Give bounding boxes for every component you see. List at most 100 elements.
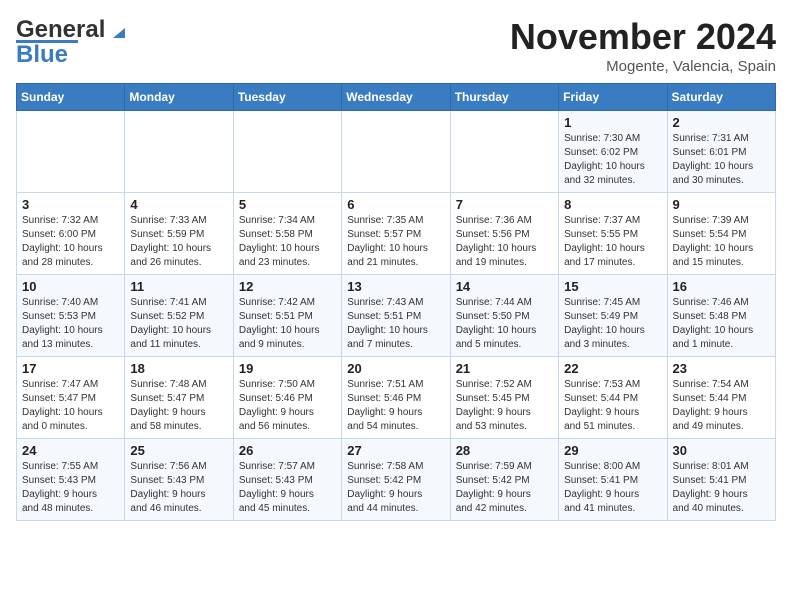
calendar-cell: 3 Sunrise: 7:32 AM Sunset: 6:00 PM Daylig… xyxy=(17,193,125,275)
calendar-cell: 12Sunrise: 7:42 AM Sunset: 5:51 PM Dayli… xyxy=(233,275,341,357)
title-block: November 2024 Mogente, Valencia, Spain xyxy=(510,16,776,75)
calendar-cell: 7Sunrise: 7:36 AM Sunset: 5:56 PM Daylig… xyxy=(450,193,558,275)
header-sunday: Sunday xyxy=(17,84,125,111)
day-info: Sunrise: 7:32 AM Sunset: 6:00 PM Dayligh… xyxy=(22,214,119,270)
day-number: 24 xyxy=(22,443,119,458)
day-info: Sunrise: 7:37 AM Sunset: 5:55 PM Dayligh… xyxy=(564,214,661,270)
header-monday: Monday xyxy=(125,84,233,111)
day-info: Sunrise: 7:46 AM Sunset: 5:48 PM Dayligh… xyxy=(673,296,770,352)
day-info: Sunrise: 7:58 AM Sunset: 5:42 PM Dayligh… xyxy=(347,460,444,516)
day-info: Sunrise: 7:43 AM Sunset: 5:51 PM Dayligh… xyxy=(347,296,444,352)
day-info: Sunrise: 7:57 AM Sunset: 5:43 PM Dayligh… xyxy=(239,460,336,516)
page-header: General Blue November 2024 Mogente, Vale… xyxy=(16,16,776,75)
calendar-cell: 4Sunrise: 7:33 AM Sunset: 5:59 PM Daylig… xyxy=(125,193,233,275)
calendar-cell: 1 Sunrise: 7:30 AM Sunset: 6:02 PM Daylig… xyxy=(559,111,667,193)
header-wednesday: Wednesday xyxy=(342,84,450,111)
day-info: Sunrise: 7:31 AM Sunset: 6:01 PM Dayligh… xyxy=(673,132,770,188)
calendar-cell: 9 Sunrise: 7:39 AM Sunset: 5:54 PM Daylig… xyxy=(667,193,775,275)
day-info: Sunrise: 7:35 AM Sunset: 5:57 PM Dayligh… xyxy=(347,214,444,270)
day-info: Sunrise: 7:59 AM Sunset: 5:42 PM Dayligh… xyxy=(456,460,553,516)
calendar-cell: 27 Sunrise: 7:58 AM Sunset: 5:42 PM Dayli… xyxy=(342,439,450,521)
day-info: Sunrise: 7:51 AM Sunset: 5:46 PM Dayligh… xyxy=(347,378,444,434)
week-row-3: 10Sunrise: 7:40 AM Sunset: 5:53 PM Dayli… xyxy=(17,275,776,357)
day-number: 17 xyxy=(22,361,119,376)
day-info: Sunrise: 7:39 AM Sunset: 5:54 PM Dayligh… xyxy=(673,214,770,270)
calendar-cell: 29Sunrise: 8:00 AM Sunset: 5:41 PM Dayli… xyxy=(559,439,667,521)
calendar-cell: 28 Sunrise: 7:59 AM Sunset: 5:42 PM Dayli… xyxy=(450,439,558,521)
day-number: 14 xyxy=(456,279,553,294)
day-info: Sunrise: 7:56 AM Sunset: 5:43 PM Dayligh… xyxy=(130,460,227,516)
day-number: 4 xyxy=(130,197,227,212)
calendar-header-row: SundayMondayTuesdayWednesdayThursdayFrid… xyxy=(17,84,776,111)
day-number: 28 xyxy=(456,443,553,458)
calendar-cell xyxy=(125,111,233,193)
week-row-1: 1 Sunrise: 7:30 AM Sunset: 6:02 PM Daylig… xyxy=(17,111,776,193)
day-number: 27 xyxy=(347,443,444,458)
page-title: November 2024 xyxy=(510,16,776,58)
day-info: Sunrise: 7:44 AM Sunset: 5:50 PM Dayligh… xyxy=(456,296,553,352)
calendar-cell: 15 Sunrise: 7:45 AM Sunset: 5:49 PM Dayli… xyxy=(559,275,667,357)
calendar-cell: 11 Sunrise: 7:41 AM Sunset: 5:52 PM Dayli… xyxy=(125,275,233,357)
day-info: Sunrise: 7:30 AM Sunset: 6:02 PM Dayligh… xyxy=(564,132,661,188)
week-row-2: 3 Sunrise: 7:32 AM Sunset: 6:00 PM Daylig… xyxy=(17,193,776,275)
header-friday: Friday xyxy=(559,84,667,111)
day-number: 16 xyxy=(673,279,770,294)
calendar-table: SundayMondayTuesdayWednesdayThursdayFrid… xyxy=(16,83,776,521)
day-number: 13 xyxy=(347,279,444,294)
header-tuesday: Tuesday xyxy=(233,84,341,111)
day-info: Sunrise: 7:52 AM Sunset: 5:45 PM Dayligh… xyxy=(456,378,553,434)
calendar-cell: 23 Sunrise: 7:54 AM Sunset: 5:44 PM Dayli… xyxy=(667,357,775,439)
day-number: 6 xyxy=(347,197,444,212)
day-number: 15 xyxy=(564,279,661,294)
day-number: 1 xyxy=(564,115,661,130)
calendar-cell: 10Sunrise: 7:40 AM Sunset: 5:53 PM Dayli… xyxy=(17,275,125,357)
week-row-4: 17 Sunrise: 7:47 AM Sunset: 5:47 PM Dayli… xyxy=(17,357,776,439)
calendar-cell: 24Sunrise: 7:55 AM Sunset: 5:43 PM Dayli… xyxy=(17,439,125,521)
day-info: Sunrise: 7:54 AM Sunset: 5:44 PM Dayligh… xyxy=(673,378,770,434)
header-thursday: Thursday xyxy=(450,84,558,111)
calendar-cell: 30 Sunrise: 8:01 AM Sunset: 5:41 PM Dayli… xyxy=(667,439,775,521)
calendar-cell: 14 Sunrise: 7:44 AM Sunset: 5:50 PM Dayli… xyxy=(450,275,558,357)
logo-icon xyxy=(107,20,129,42)
calendar-cell: 25 Sunrise: 7:56 AM Sunset: 5:43 PM Dayli… xyxy=(125,439,233,521)
day-number: 11 xyxy=(130,279,227,294)
day-info: Sunrise: 7:45 AM Sunset: 5:49 PM Dayligh… xyxy=(564,296,661,352)
calendar-cell xyxy=(233,111,341,193)
day-number: 30 xyxy=(673,443,770,458)
day-number: 20 xyxy=(347,361,444,376)
calendar-cell: 2Sunrise: 7:31 AM Sunset: 6:01 PM Daylig… xyxy=(667,111,775,193)
calendar-cell xyxy=(450,111,558,193)
calendar-cell: 13 Sunrise: 7:43 AM Sunset: 5:51 PM Dayli… xyxy=(342,275,450,357)
calendar-cell: 16 Sunrise: 7:46 AM Sunset: 5:48 PM Dayli… xyxy=(667,275,775,357)
calendar-cell: 21 Sunrise: 7:52 AM Sunset: 5:45 PM Dayli… xyxy=(450,357,558,439)
day-info: Sunrise: 8:00 AM Sunset: 5:41 PM Dayligh… xyxy=(564,460,661,516)
day-number: 3 xyxy=(22,197,119,212)
day-number: 9 xyxy=(673,197,770,212)
day-number: 25 xyxy=(130,443,227,458)
calendar-cell: 20 Sunrise: 7:51 AM Sunset: 5:46 PM Dayli… xyxy=(342,357,450,439)
calendar-cell: 26 Sunrise: 7:57 AM Sunset: 5:43 PM Dayli… xyxy=(233,439,341,521)
day-number: 23 xyxy=(673,361,770,376)
calendar-cell xyxy=(17,111,125,193)
day-number: 12 xyxy=(239,279,336,294)
day-number: 19 xyxy=(239,361,336,376)
day-number: 22 xyxy=(564,361,661,376)
day-number: 21 xyxy=(456,361,553,376)
header-saturday: Saturday xyxy=(667,84,775,111)
week-row-5: 24Sunrise: 7:55 AM Sunset: 5:43 PM Dayli… xyxy=(17,439,776,521)
logo-blue: Blue xyxy=(16,41,68,69)
calendar-cell: 18Sunrise: 7:48 AM Sunset: 5:47 PM Dayli… xyxy=(125,357,233,439)
calendar-cell: 6 Sunrise: 7:35 AM Sunset: 5:57 PM Daylig… xyxy=(342,193,450,275)
day-number: 26 xyxy=(239,443,336,458)
day-number: 18 xyxy=(130,361,227,376)
day-number: 7 xyxy=(456,197,553,212)
day-info: Sunrise: 7:47 AM Sunset: 5:47 PM Dayligh… xyxy=(22,378,119,434)
calendar-cell: 22Sunrise: 7:53 AM Sunset: 5:44 PM Dayli… xyxy=(559,357,667,439)
day-info: Sunrise: 8:01 AM Sunset: 5:41 PM Dayligh… xyxy=(673,460,770,516)
day-number: 8 xyxy=(564,197,661,212)
calendar-cell: 8 Sunrise: 7:37 AM Sunset: 5:55 PM Daylig… xyxy=(559,193,667,275)
logo: General Blue xyxy=(16,16,129,69)
day-info: Sunrise: 7:34 AM Sunset: 5:58 PM Dayligh… xyxy=(239,214,336,270)
day-info: Sunrise: 7:41 AM Sunset: 5:52 PM Dayligh… xyxy=(130,296,227,352)
calendar-cell: 19Sunrise: 7:50 AM Sunset: 5:46 PM Dayli… xyxy=(233,357,341,439)
